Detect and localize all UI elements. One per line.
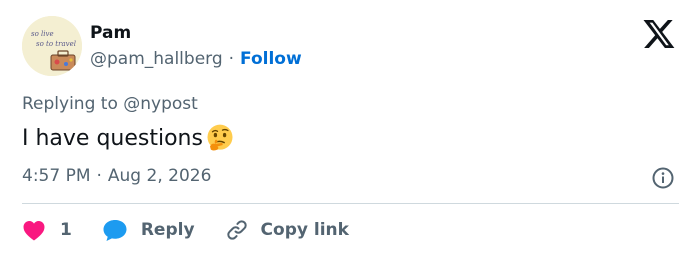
avatar-text-line-1: so live	[31, 30, 54, 38]
heart-icon	[23, 221, 45, 241]
avatar-text-line-2: so to travel	[36, 40, 76, 48]
avatar[interactable]: so live so to travel	[22, 16, 82, 76]
author-handle-row: @pam_hallberg · Follow	[90, 49, 302, 69]
replying-to[interactable]: Replying to @nypost	[22, 94, 198, 114]
author-name[interactable]: Pam	[90, 23, 131, 43]
avatar-image: so live so to travel	[22, 16, 82, 76]
link-icon	[226, 220, 247, 240]
tweet-date: Aug 2, 2026	[107, 166, 212, 186]
tweet-text-content: I have questions	[22, 125, 203, 151]
author-handle[interactable]: @pam_hallberg	[90, 49, 223, 69]
follow-button[interactable]: Follow	[240, 49, 302, 69]
divider	[22, 203, 679, 204]
x-logo-icon[interactable]	[643, 20, 675, 48]
action-bar: 1 Reply Copy link	[22, 216, 349, 244]
thinking-face-emoji	[207, 124, 233, 151]
reply-button[interactable]: Reply	[102, 218, 195, 242]
handle-separator: ·	[228, 49, 235, 69]
timestamp[interactable]: 4:57 PM · Aug 2, 2026	[22, 166, 211, 186]
reply-bubble-icon	[103, 220, 127, 241]
like-count: 1	[60, 220, 72, 240]
copy-link-label: Copy link	[260, 220, 349, 240]
date-separator: ·	[96, 166, 102, 186]
reply-label: Reply	[140, 220, 195, 240]
info-icon[interactable]	[651, 166, 675, 190]
like-button[interactable]: 1	[22, 219, 72, 241]
copy-link-button[interactable]: Copy link	[225, 218, 349, 242]
tweet-text: I have questions	[22, 123, 235, 153]
tweet-time: 4:57 PM	[22, 166, 91, 186]
